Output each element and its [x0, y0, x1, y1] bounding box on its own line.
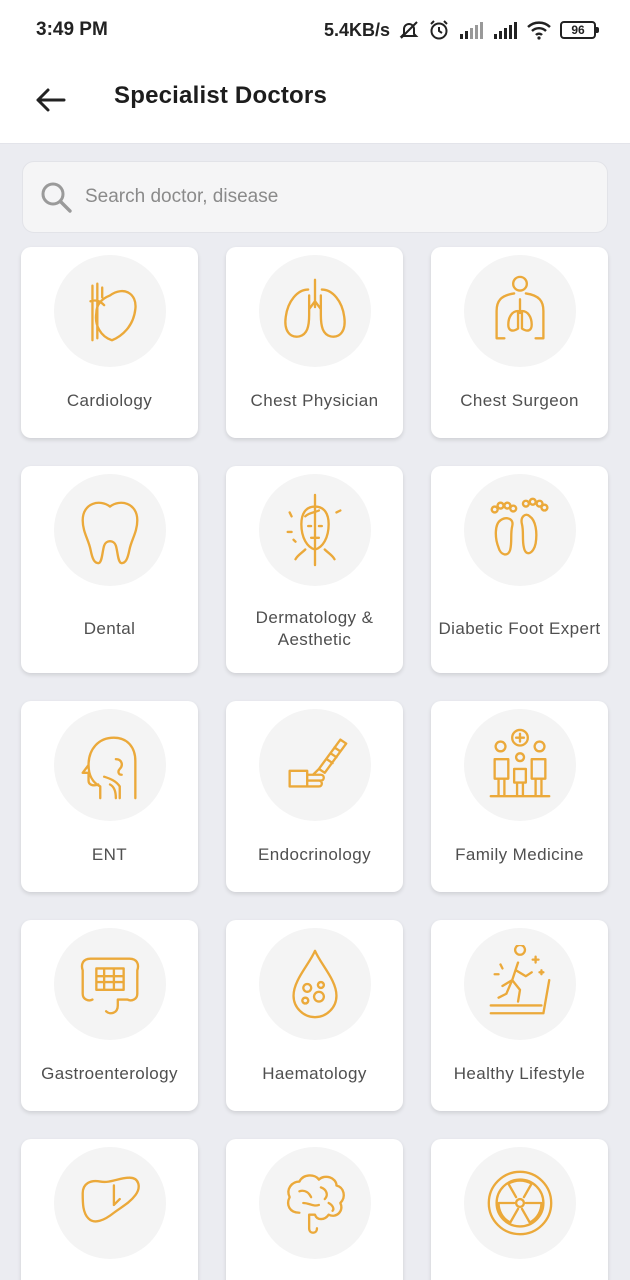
icon-circle — [259, 474, 371, 586]
specialty-label: Dental — [83, 619, 136, 638]
app-bar: Specialist Doctors — [0, 60, 630, 144]
icon-circle — [54, 1147, 166, 1259]
battery-level: 96 — [571, 23, 585, 37]
specialty-card-dermatology[interactable]: Dermatology & Aesthetic — [226, 466, 403, 673]
blood-drop-icon — [292, 949, 338, 1019]
icon-circle — [54, 928, 166, 1040]
status-time: 3:49 PM — [36, 19, 108, 40]
specialty-card-dental[interactable]: Dental — [21, 466, 198, 673]
specialty-label: ENT — [91, 845, 128, 864]
specialty-label: Healthy Lifestyle — [453, 1064, 586, 1083]
wifi-icon — [526, 20, 552, 40]
treadmill-icon — [489, 945, 551, 1015]
specialty-card-healthy-lifestyle[interactable]: Healthy Lifestyle — [431, 920, 608, 1111]
specialty-label — [431, 1265, 608, 1280]
specialty-label: Cardiology — [66, 391, 153, 410]
family-icon — [489, 728, 551, 798]
insulin-pen-icon — [288, 738, 348, 788]
battery-icon: 96 — [560, 21, 599, 39]
search-icon — [41, 182, 72, 213]
signal-2-icon — [492, 20, 518, 40]
specialty-label: Chest Physician — [250, 391, 379, 410]
search-input[interactable] — [85, 186, 565, 208]
search-box[interactable] — [22, 161, 608, 233]
icon-circle — [464, 255, 576, 367]
icon-circle — [259, 255, 371, 367]
icon-circle — [54, 709, 166, 821]
liver-icon — [81, 1176, 140, 1223]
specialty-card-chest-surgeon[interactable]: Chest Surgeon — [431, 247, 608, 438]
icon-circle — [259, 928, 371, 1040]
specialty-card-family-medicine[interactable]: Family Medicine — [431, 701, 608, 892]
back-button[interactable] — [30, 80, 70, 120]
status-bar: 3:49 PM 5.4KB/s 96 — [0, 0, 630, 60]
specialty-card-chest-physician[interactable]: Chest Physician — [226, 247, 403, 438]
specialty-label: Family Medicine — [455, 845, 584, 864]
radiation-icon — [487, 1170, 553, 1236]
face-skin-icon — [286, 493, 342, 567]
page-title: Specialist Doctors — [114, 82, 328, 109]
icon-circle — [259, 709, 371, 821]
network-speed: 5.4KB/s — [323, 19, 390, 40]
specialty-label: Haematology — [262, 1064, 367, 1083]
specialty-card-haematology[interactable]: Haematology — [226, 920, 403, 1111]
lungs-icon — [284, 278, 346, 338]
intestine-icon — [80, 957, 140, 1015]
specialty-card-endocrinology[interactable]: Endocrinology — [226, 701, 403, 892]
specialty-label — [21, 1265, 198, 1280]
specialty-card-diabetic-foot[interactable]: Diabetic Foot Expert — [431, 466, 608, 673]
specialty-card-cardiology[interactable]: Cardiology — [21, 247, 198, 438]
specialty-card-gastroenterology[interactable]: Gastroenterology — [21, 920, 198, 1111]
head-profile-icon — [81, 736, 137, 800]
status-indicators: 5.4KB/s 96 — [323, 19, 599, 41]
specialty-grid: Cardiology Chest Physician Chest Surgeon… — [21, 247, 609, 1280]
specialty-card-radiology[interactable] — [431, 1139, 608, 1280]
alarm-icon — [428, 19, 450, 41]
specialty-label: Chest Surgeon — [460, 391, 579, 410]
icon-circle — [54, 255, 166, 367]
specialty-label — [226, 1265, 403, 1280]
icon-circle — [464, 928, 576, 1040]
arrow-left-icon — [36, 88, 66, 112]
tooth-icon — [81, 501, 139, 565]
bell-muted-icon — [398, 19, 420, 41]
brain-icon — [286, 1174, 345, 1234]
feet-icon — [490, 497, 549, 556]
specialty-label: Gastroenterology — [41, 1064, 178, 1083]
icon-circle — [259, 1147, 371, 1259]
icon-circle — [464, 1147, 576, 1259]
specialty-card-ent[interactable]: ENT — [21, 701, 198, 892]
chest-body-icon — [495, 275, 545, 340]
icon-circle — [464, 474, 576, 586]
icon-circle — [54, 474, 166, 586]
specialty-label: Dermatology & Aesthetic — [255, 608, 374, 649]
signal-1-icon — [458, 20, 484, 40]
heart-icon — [89, 282, 137, 342]
specialty-card-liver[interactable] — [21, 1139, 198, 1280]
specialty-label: Diabetic Foot Expert — [438, 619, 601, 638]
specialty-card-neurology[interactable] — [226, 1139, 403, 1280]
specialty-label: Endocrinology — [258, 845, 371, 864]
icon-circle — [464, 709, 576, 821]
